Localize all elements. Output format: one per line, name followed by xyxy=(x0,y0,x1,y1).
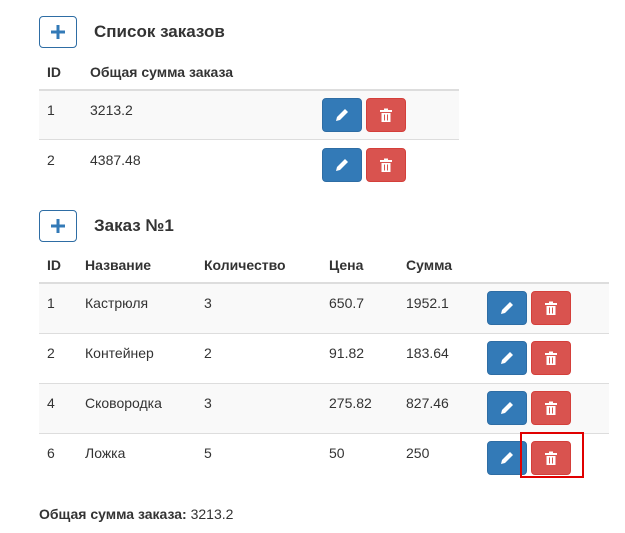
trash-icon xyxy=(380,108,392,122)
orders-col-id: ID xyxy=(47,64,61,80)
delete-item-button[interactable] xyxy=(531,291,571,325)
trash-icon xyxy=(545,351,557,365)
order-col-sum: Сумма xyxy=(406,257,453,273)
pencil-icon xyxy=(501,352,513,364)
plus-icon xyxy=(51,219,65,233)
order-row-2-price: 91.82 xyxy=(329,345,365,361)
orders-row-2-total: 4387.48 xyxy=(90,152,141,168)
trash-icon xyxy=(545,301,557,315)
order-row-4-sum: 250 xyxy=(406,445,430,461)
order-col-qty: Количество xyxy=(204,257,286,273)
pencil-icon xyxy=(501,302,513,314)
order-row-2-id: 2 xyxy=(47,345,55,361)
order-row-2-sum: 183.64 xyxy=(406,345,449,361)
add-item-button[interactable] xyxy=(39,210,77,242)
order-row-3-sum: 827.46 xyxy=(406,395,449,411)
order-col-price: Цена xyxy=(329,257,364,273)
orders-row-1-id: 1 xyxy=(47,102,55,118)
edit-item-button[interactable] xyxy=(487,391,527,425)
trash-icon xyxy=(380,158,392,172)
order-col-name: Название xyxy=(85,257,152,273)
order-row-1-name: Кастрюля xyxy=(85,295,149,311)
order-total: Общая сумма заказа: 3213.2 xyxy=(39,506,233,522)
order-total-label: Общая сумма заказа: xyxy=(39,506,187,522)
order-row-4-price: 50 xyxy=(329,445,345,461)
order-row-3-qty: 3 xyxy=(204,395,212,411)
edit-item-button[interactable] xyxy=(487,341,527,375)
order-row-4-name: Ложка xyxy=(85,445,126,461)
order-row-2-qty: 2 xyxy=(204,345,212,361)
order-row-4-qty: 5 xyxy=(204,445,212,461)
delete-item-button[interactable] xyxy=(531,391,571,425)
order-row-2-name: Контейнер xyxy=(85,345,154,361)
highlight-box xyxy=(520,432,584,478)
order-row-3-id: 4 xyxy=(47,395,55,411)
pencil-icon xyxy=(501,452,513,464)
orders-col-total: Общая сумма заказа xyxy=(90,64,234,80)
order-row-3-name: Сковородка xyxy=(85,395,162,411)
orders-row-2-id: 2 xyxy=(47,152,55,168)
pencil-icon xyxy=(336,159,348,171)
order-total-value: 3213.2 xyxy=(190,506,234,522)
order-row-1-sum: 1952.1 xyxy=(406,295,449,311)
order-row-1-qty: 3 xyxy=(204,295,212,311)
delete-item-button[interactable] xyxy=(531,341,571,375)
add-order-button[interactable] xyxy=(39,16,77,48)
plus-icon xyxy=(51,25,65,39)
order-row-4-id: 6 xyxy=(47,445,55,461)
edit-order-button[interactable] xyxy=(322,148,362,182)
order-row-1-id: 1 xyxy=(47,295,55,311)
orders-row-1-total: 3213.2 xyxy=(90,102,133,118)
order-row-1-price: 650.7 xyxy=(329,295,365,311)
delete-order-button[interactable] xyxy=(366,98,406,132)
order-row-3-price: 275.82 xyxy=(329,395,372,411)
order-col-id: ID xyxy=(47,257,61,273)
pencil-icon xyxy=(501,402,513,414)
order-title: Заказ №1 xyxy=(94,216,174,235)
edit-item-button[interactable] xyxy=(487,291,527,325)
orders-title: Список заказов xyxy=(94,22,225,41)
edit-order-button[interactable] xyxy=(322,98,362,132)
delete-order-button[interactable] xyxy=(366,148,406,182)
pencil-icon xyxy=(336,109,348,121)
trash-icon xyxy=(545,401,557,415)
